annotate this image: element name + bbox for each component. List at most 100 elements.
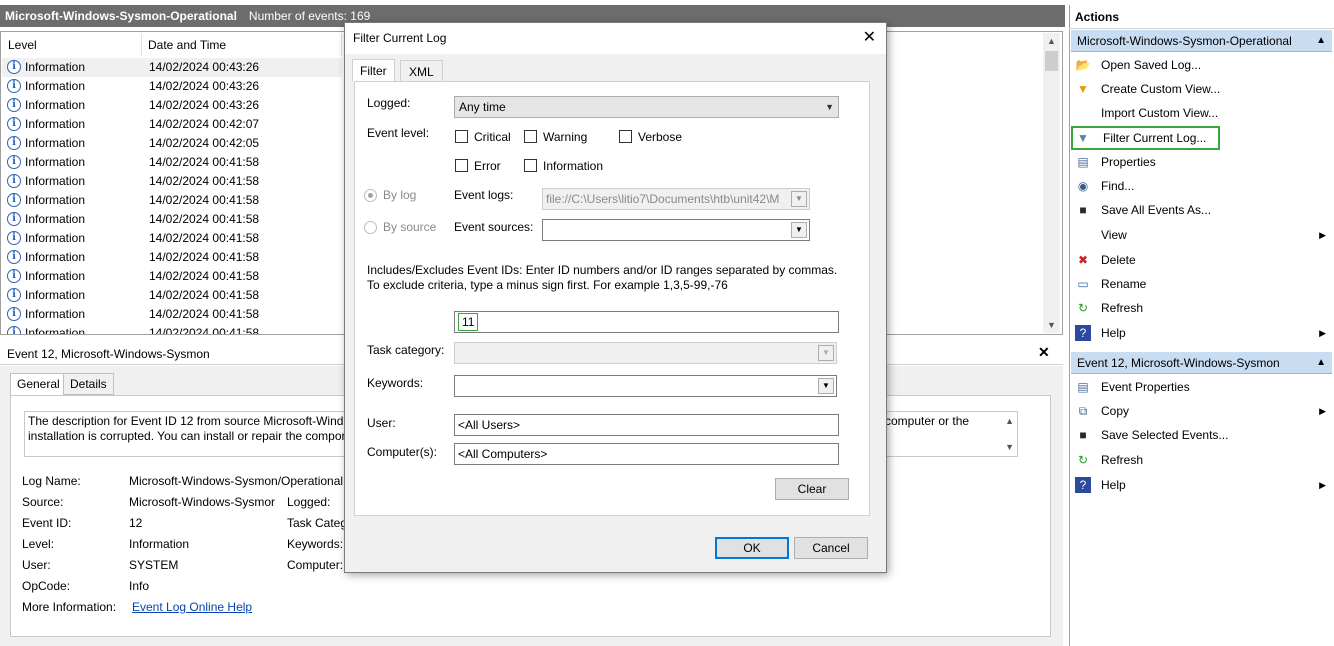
action-refresh[interactable]: ↻ Refresh (1071, 448, 1332, 472)
table-row[interactable]: i Information 14/02/2024 00:41:58 (2, 191, 342, 210)
information-checkbox[interactable] (524, 159, 537, 172)
action-open-saved-log[interactable]: 📂 Open Saved Log... (1071, 53, 1332, 77)
action-label: Find... (1101, 179, 1135, 193)
opcode-value: Info (129, 579, 150, 593)
user-input[interactable]: <All Users> (454, 414, 839, 436)
table-row[interactable]: i Information 14/02/2024 00:43:26 (2, 96, 342, 115)
action-label: Import Custom View... (1101, 106, 1219, 120)
table-row[interactable]: i Information 14/02/2024 00:41:58 (2, 286, 342, 305)
computer-label: Computer: (287, 558, 344, 572)
action-properties[interactable]: ▤ Properties (1071, 150, 1332, 174)
chevron-down-icon: ▼ (791, 222, 807, 238)
row-date: 14/02/2024 00:41:58 (149, 326, 260, 335)
action-import-custom-view[interactable]: Import Custom View... (1071, 101, 1332, 125)
row-level: Information (25, 98, 86, 112)
row-level: Information (25, 174, 86, 188)
online-help-link[interactable]: Event Log Online Help (132, 600, 252, 614)
action-rename[interactable]: ▭ Rename (1071, 272, 1332, 296)
table-row[interactable]: i Information 14/02/2024 00:41:58 (2, 248, 342, 267)
warning-checkbox[interactable] (524, 130, 537, 143)
table-row[interactable]: i Information 14/02/2024 00:42:05 (2, 134, 342, 153)
by-log-radio[interactable] (364, 189, 377, 202)
view-icon (1075, 227, 1091, 243)
info-icon: i (7, 250, 21, 264)
tab-xml[interactable]: XML (400, 60, 443, 82)
event-logs-field[interactable]: file://C:\Users\litio7\Documents\htb\uni… (542, 188, 810, 210)
actions-section-event[interactable]: Event 12, Microsoft-Windows-Sysmon ▲ (1071, 352, 1332, 374)
action-create-custom-view[interactable]: ▼ Create Custom View... (1071, 77, 1332, 101)
tab-general[interactable]: General (10, 373, 67, 396)
task-category-select[interactable]: ▼ (454, 342, 837, 364)
action-label: Save All Events As... (1101, 203, 1212, 217)
action-save-selected-events[interactable]: ■ Save Selected Events... (1071, 423, 1332, 447)
action-view[interactable]: View ▶ (1071, 223, 1332, 247)
critical-checkbox[interactable] (455, 130, 468, 143)
by-source-radio[interactable] (364, 221, 377, 234)
table-row[interactable]: i Information 14/02/2024 00:42:07 (2, 115, 342, 134)
error-checkbox[interactable] (455, 159, 468, 172)
scroll-up-icon[interactable]: ▲ (1043, 33, 1060, 49)
scroll-thumb[interactable] (1045, 51, 1058, 71)
action-label: Refresh (1101, 301, 1144, 315)
keywords-select[interactable]: ▼ (454, 375, 837, 397)
row-level: Information (25, 269, 86, 283)
clear-button[interactable]: Clear (775, 478, 849, 500)
table-row[interactable]: i Information 14/02/2024 00:41:58 (2, 172, 342, 191)
close-detail-icon[interactable]: ✕ (1038, 344, 1050, 361)
verbose-checkbox[interactable] (619, 130, 632, 143)
row-level: Information (25, 212, 86, 226)
table-row[interactable]: i Information 14/02/2024 00:41:58 (2, 267, 342, 286)
tab-filter[interactable]: Filter (352, 59, 395, 82)
warning-label: Warning (543, 130, 588, 144)
logged-select[interactable]: Any time ▼ (454, 96, 839, 118)
log-name-label: Log Name: (22, 474, 81, 488)
column-header-level[interactable]: Level (2, 34, 142, 56)
row-date: 14/02/2024 00:41:58 (149, 174, 260, 188)
keywords-label: Keywords: (367, 376, 424, 390)
table-row[interactable]: i Information 14/02/2024 00:41:58 (2, 324, 342, 335)
ok-button[interactable]: OK (715, 537, 789, 559)
verbose-label: Verbose (638, 130, 683, 144)
action-event-properties[interactable]: ▤ Event Properties (1071, 375, 1332, 399)
save-icon: ■ (1079, 203, 1087, 217)
action-delete[interactable]: ✖ Delete (1071, 248, 1332, 272)
dialog-close-icon[interactable]: ✕ (863, 28, 876, 48)
tab-details[interactable]: Details (63, 373, 114, 395)
action-save-all-events-as[interactable]: ■ Save All Events As... (1071, 198, 1332, 222)
computers-input[interactable]: <All Computers> (454, 443, 839, 465)
table-row[interactable]: i Information 14/02/2024 00:41:58 (2, 305, 342, 324)
actions-section-log[interactable]: Microsoft-Windows-Sysmon-Operational ▲ (1071, 30, 1332, 52)
action-help[interactable]: ? Help ▶ (1071, 473, 1332, 497)
row-level: Information (25, 307, 86, 321)
task-category-label: Task Categ (287, 516, 348, 530)
action-filter-current-log[interactable]: ▼ Filter Current Log... (1071, 126, 1332, 150)
cancel-button[interactable]: Cancel (794, 537, 868, 559)
action-label: Refresh (1101, 453, 1144, 467)
event-list-scrollbar[interactable]: ▲ ▼ (1043, 33, 1060, 333)
event-logs-value: file://C:\Users\litio7\Documents\htb\uni… (546, 192, 780, 206)
computers-label: Computer(s): (367, 445, 438, 459)
info-icon: i (7, 117, 21, 131)
table-row[interactable]: i Information 14/02/2024 00:43:26 (2, 58, 342, 77)
row-level: Information (25, 231, 86, 245)
table-row[interactable]: i Information 14/02/2024 00:41:58 (2, 153, 342, 172)
event-sources-select[interactable]: ▼ (542, 219, 810, 241)
dialog-title: Filter Current Log (353, 31, 447, 45)
table-row[interactable]: i Information 14/02/2024 00:41:58 (2, 210, 342, 229)
action-copy[interactable]: ⧉ Copy ▶ (1071, 399, 1332, 423)
desc-scroll-down-icon[interactable]: ▼ (1005, 440, 1014, 455)
table-row[interactable]: i Information 14/02/2024 00:41:58 (2, 229, 342, 248)
desc-scroll-up-icon[interactable]: ▲ (1005, 414, 1014, 429)
action-refresh[interactable]: ↻ Refresh (1071, 296, 1332, 320)
column-header-date[interactable]: Date and Time (142, 34, 342, 56)
filter-icon: ▼ (1077, 131, 1089, 145)
info-icon: i (7, 212, 21, 226)
table-row[interactable]: i Information 14/02/2024 00:43:26 (2, 77, 342, 96)
event-id-label: Event ID: (22, 516, 72, 530)
keywords-label: Keywords: (287, 537, 344, 551)
event-ids-input[interactable]: 11 (454, 311, 839, 333)
action-help[interactable]: ? Help ▶ (1071, 321, 1332, 345)
row-date: 14/02/2024 00:42:07 (149, 117, 260, 131)
scroll-down-icon[interactable]: ▼ (1043, 317, 1060, 333)
action-find[interactable]: ◉ Find... (1071, 174, 1332, 198)
